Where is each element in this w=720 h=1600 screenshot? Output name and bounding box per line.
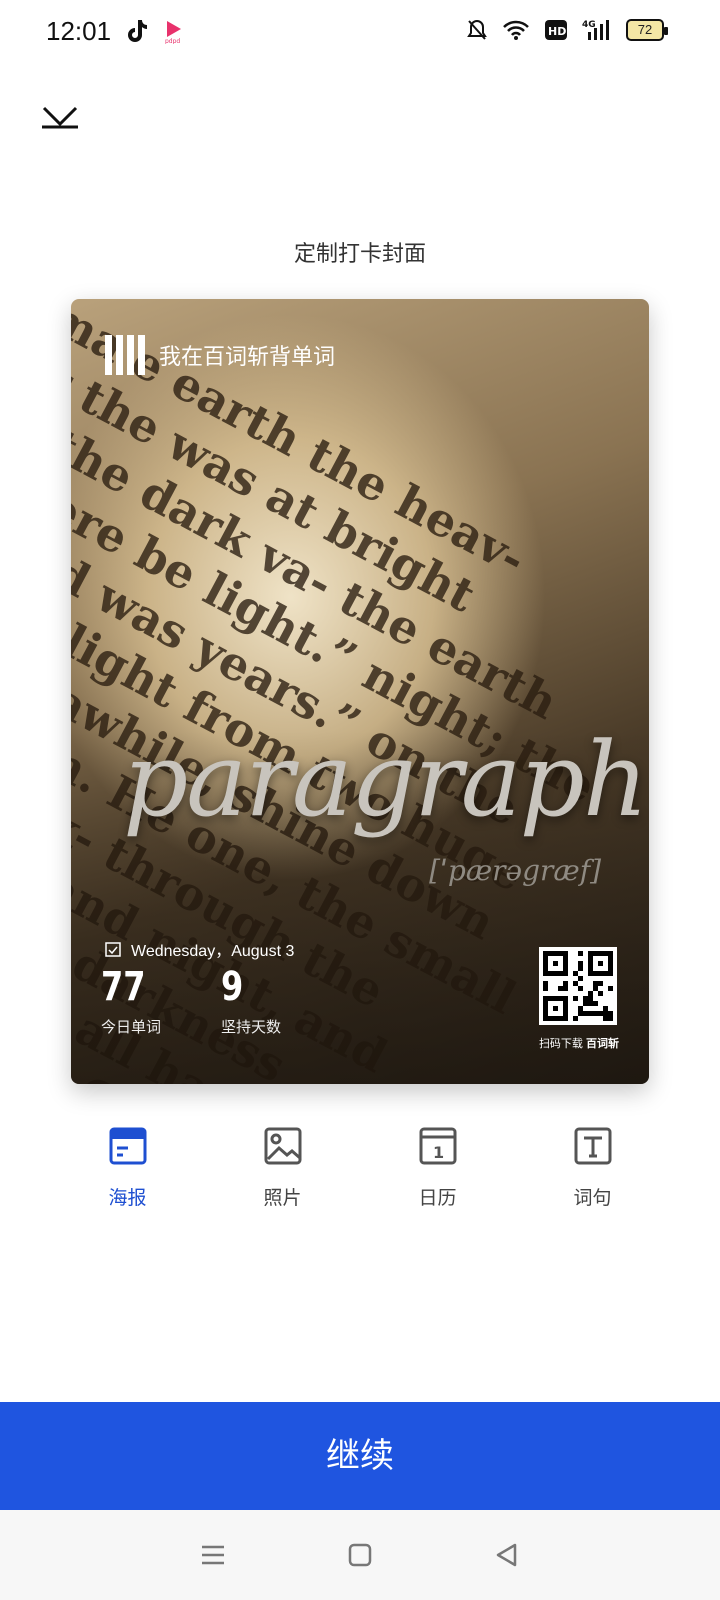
- page-title: 定制打卡封面: [293, 241, 426, 266]
- poster-brand: 我在百词斩背单词: [105, 335, 335, 375]
- continue-button[interactable]: 继续: [0, 1402, 720, 1510]
- mute-icon: [467, 19, 487, 40]
- collapse-chevron-icon[interactable]: [40, 100, 80, 132]
- tab-label: 海报: [108, 1188, 147, 1209]
- qr-code: [539, 947, 617, 1025]
- brand-logo: [105, 335, 145, 375]
- menu-icon[interactable]: [199, 1541, 227, 1569]
- tab-calendar[interactable]: 1 日历: [388, 1126, 488, 1210]
- calendar-icon: 1: [419, 1127, 456, 1165]
- stat-label: 今日单词: [101, 1019, 162, 1036]
- battery-icon: 72: [626, 19, 668, 41]
- system-nav-bar: [0, 1510, 720, 1600]
- status-bar: 12:01 pdpd HD 4G 72: [0, 0, 720, 64]
- qr-caption: 扫码下载 百词斩: [538, 1038, 619, 1050]
- tiktok-icon: [128, 20, 147, 42]
- notification-icons: pdpd: [126, 18, 186, 44]
- stat-label: 坚持天数: [221, 1019, 282, 1036]
- hd-icon: HD: [545, 20, 567, 40]
- poster-word: paragraph: [123, 721, 649, 840]
- stat-streak-days: 9 坚持天数: [221, 964, 281, 1037]
- cover-type-tabs: 海报 照片 1 日历 词句: [0, 1126, 720, 1210]
- svg-text:1: 1: [433, 1143, 444, 1162]
- app-icon: pdpd: [165, 21, 181, 44]
- photo-icon: [264, 1127, 301, 1165]
- 4g-signal-icon: 4G: [582, 20, 609, 40]
- stat-value: 9: [221, 964, 244, 1010]
- tab-label: 日历: [418, 1188, 457, 1209]
- tab-sentence[interactable]: 词句: [543, 1126, 643, 1210]
- wifi-icon: [503, 20, 529, 40]
- brand-text: 我在百词斩背单词: [159, 344, 336, 369]
- svg-text:HD: HD: [548, 25, 566, 38]
- stat-value: 77: [101, 964, 146, 1010]
- status-right: HD 4G 72: [466, 18, 668, 42]
- calendar-check-icon: [105, 942, 121, 957]
- svg-text:pdpd: pdpd: [165, 38, 180, 44]
- tab-label: 照片: [263, 1188, 302, 1209]
- poster-preview[interactable]: ic ma e earth the heav-over the was at b…: [71, 299, 649, 1084]
- tab-photo[interactable]: 照片: [233, 1126, 333, 1210]
- home-icon[interactable]: [346, 1541, 374, 1569]
- poster-icon: [109, 1127, 146, 1165]
- poster-date: Wednesday，August 3: [131, 943, 295, 960]
- stat-today-words: 77 今日单词: [101, 964, 161, 1037]
- tab-poster[interactable]: 海报: [78, 1126, 178, 1210]
- poster-phonetic: [ˈpærəgræf]: [429, 854, 601, 887]
- back-icon[interactable]: [493, 1541, 521, 1569]
- tab-label: 词句: [573, 1188, 612, 1209]
- poster-date-row: Wednesday，August 3: [105, 937, 294, 961]
- svg-text:4G: 4G: [582, 20, 596, 30]
- text-icon: [574, 1127, 611, 1165]
- status-time: 12:01: [46, 16, 112, 46]
